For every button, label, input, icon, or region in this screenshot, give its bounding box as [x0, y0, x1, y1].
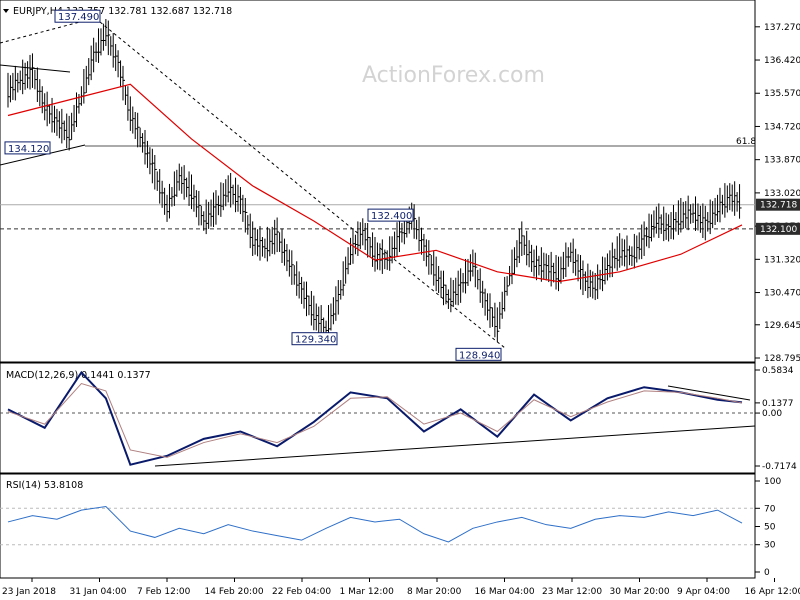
price-y-tick-label: 133.870	[764, 156, 800, 166]
rsi-y-tick-label: 100	[764, 477, 781, 487]
price-y-tick-label: 135.570	[764, 89, 800, 99]
x-tick-label: 23 Jan 2018	[2, 587, 56, 597]
x-tick-label: 7 Feb 12:00	[137, 587, 191, 597]
macd-y-tick-label: 0.5834	[762, 366, 794, 376]
price-y-tick-label: 137.270	[764, 23, 800, 33]
x-tick-label: 1 Mar 12:00	[340, 587, 395, 597]
x-tick-label: 22 Feb 04:00	[272, 587, 331, 597]
x-tick-label: 23 Mar 12:00	[542, 587, 602, 597]
x-tick-label: 16 Mar 04:00	[475, 587, 535, 597]
watermark: ActionForex.com	[362, 63, 545, 88]
annotation-label: 129.340	[295, 335, 336, 346]
chart-title: EURJPY,H4 132.757 132.781 132.687 132.71…	[13, 6, 232, 17]
eurjpy-chart: EURJPY,H4 132.757 132.781 132.687 132.71…	[0, 0, 800, 597]
annotation-label: 137.490	[58, 12, 99, 23]
price-y-tick-label: 128.795	[764, 354, 800, 364]
price-tag-label: 132.718	[760, 201, 797, 211]
annotation-label: 132.400	[371, 211, 412, 222]
price-y-tick-label: 136.420	[764, 56, 800, 66]
x-tick-label: 14 Feb 20:00	[205, 587, 264, 597]
annotation-label: 128.940	[459, 350, 500, 361]
annotation-label: 134.120	[8, 144, 49, 155]
x-tick-label: 9 Apr 04:00	[677, 587, 730, 597]
macd-y-tick-label: 0.00	[762, 409, 782, 419]
rsi-panel-frame	[0, 473, 756, 579]
price-tag-label: 132.100	[760, 225, 797, 235]
macd-y-tick-label: 0.1377	[762, 399, 794, 409]
x-tick-label: 31 Jan 04:00	[70, 587, 127, 597]
rsi-y-tick-label: 30	[764, 541, 776, 551]
rsi-y-tick-label: 70	[764, 504, 776, 514]
x-tick-label: 16 Apr 12:00	[745, 587, 800, 597]
price-y-tick-label: 133.020	[764, 189, 800, 199]
price-y-tick-label: 130.470	[764, 289, 800, 299]
macd-y-tick-label: -0.7174	[762, 462, 797, 472]
rsi-y-tick-label: 50	[764, 523, 776, 533]
x-tick-label: 30 Mar 20:00	[610, 587, 670, 597]
price-y-tick-label: 134.720	[764, 122, 800, 132]
price-y-tick-label: 131.320	[764, 255, 800, 265]
rsi-title: RSI(14) 53.8108	[6, 480, 83, 491]
x-tick-label: 8 Mar 20:00	[407, 587, 462, 597]
price-y-tick-label: 129.645	[764, 321, 800, 331]
rsi-y-tick-label: 0	[764, 568, 770, 578]
chart-root: EURJPY,H4 132.757 132.781 132.687 132.71…	[0, 0, 800, 600]
